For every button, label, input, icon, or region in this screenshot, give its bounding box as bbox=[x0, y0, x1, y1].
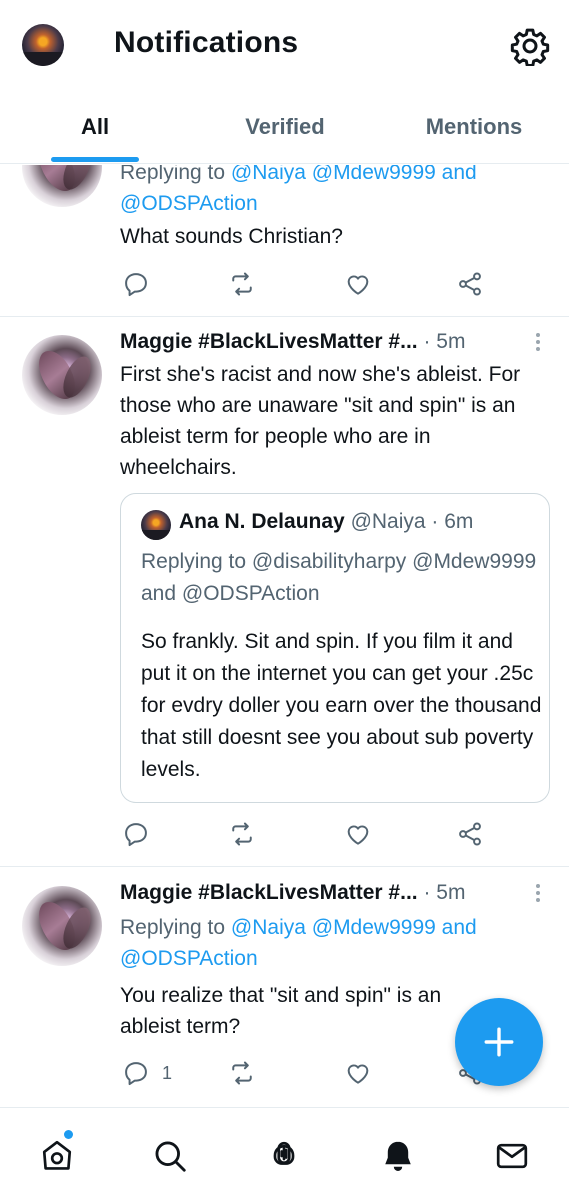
tab-verified[interactable]: Verified bbox=[220, 90, 350, 164]
like-button[interactable] bbox=[344, 819, 372, 849]
spaces-icon bbox=[273, 1141, 295, 1165]
quoted-author-handle: @Naiya · 6m bbox=[350, 510, 474, 533]
reply-count: 1 bbox=[162, 1062, 173, 1083]
author-avatar[interactable] bbox=[22, 335, 102, 415]
quoted-reply-prefix: Replying to bbox=[141, 550, 247, 573]
retweet-button[interactable] bbox=[228, 269, 256, 299]
bottom-navigation bbox=[0, 1107, 569, 1200]
tweet-text: First she's racist and now she's ableist… bbox=[120, 363, 521, 479]
share-icon bbox=[459, 272, 481, 296]
reply-prefix: Replying to bbox=[120, 165, 226, 184]
share-icon bbox=[459, 822, 481, 846]
compose-tweet-button[interactable] bbox=[455, 998, 543, 1086]
reply-button[interactable] bbox=[122, 819, 150, 849]
quoted-text: So frankly. Sit and spin. If you film it… bbox=[141, 630, 542, 781]
reply-context: Replying to @Naiya @Mdew9999 and @ODSPAc… bbox=[120, 912, 540, 974]
heart-icon bbox=[347, 275, 369, 295]
reply-icon bbox=[125, 1062, 147, 1086]
reply-icon bbox=[125, 273, 147, 297]
tweet-text: What sounds Christian? bbox=[120, 225, 343, 248]
bell-icon bbox=[385, 1141, 411, 1171]
more-options-icon[interactable] bbox=[528, 882, 548, 906]
quoted-reply-context: Replying to @disabilityharpy @Mdew9999 a… bbox=[141, 546, 541, 610]
retweet-icon bbox=[232, 272, 252, 296]
nav-home[interactable] bbox=[33, 1132, 81, 1180]
nav-messages[interactable] bbox=[488, 1132, 536, 1180]
tweet-time: · 5m bbox=[423, 881, 466, 904]
tweet[interactable]: Replying to @Naiya @Mdew9999 and @ODSPAc… bbox=[0, 165, 569, 317]
home-notification-badge bbox=[64, 1130, 73, 1139]
tweet[interactable]: Maggie #BlackLivesMatter #... · 5m First… bbox=[0, 317, 569, 867]
nav-search[interactable] bbox=[146, 1132, 194, 1180]
gear-icon[interactable] bbox=[510, 26, 550, 67]
reply-prefix: Replying to bbox=[120, 916, 226, 939]
tweet-text: You realize that "sit and spin" is an ab… bbox=[120, 984, 442, 1038]
tweet-actions bbox=[120, 269, 540, 299]
author-avatar[interactable] bbox=[22, 165, 102, 207]
quoted-author-name: Ana N. Delaunay bbox=[179, 510, 345, 533]
reply-context: Replying to @Naiya @Mdew9999 and @ODSPAc… bbox=[120, 165, 540, 219]
home-icon bbox=[42, 1140, 72, 1170]
quoted-author-avatar bbox=[141, 510, 171, 540]
tweet-actions bbox=[120, 819, 540, 849]
active-tab-indicator bbox=[51, 157, 139, 162]
quoted-meta: Ana N. Delaunay @Naiya · 6m bbox=[179, 510, 473, 534]
search-icon bbox=[155, 1141, 186, 1172]
tab-all[interactable]: All bbox=[40, 90, 150, 164]
like-button[interactable] bbox=[344, 269, 372, 299]
tweet-meta: Maggie #BlackLivesMatter #... · 5m bbox=[120, 881, 465, 905]
retweet-button[interactable] bbox=[228, 819, 256, 849]
nav-spaces[interactable] bbox=[260, 1132, 308, 1180]
profile-avatar[interactable] bbox=[22, 24, 64, 66]
reply-button[interactable] bbox=[122, 269, 150, 299]
retweet-icon bbox=[232, 822, 252, 846]
app-header: Notifications bbox=[0, 0, 569, 90]
retweet-button[interactable] bbox=[228, 1058, 256, 1088]
quoted-tweet[interactable]: Ana N. Delaunay @Naiya · 6m Replying to … bbox=[120, 493, 550, 803]
tab-mentions[interactable]: Mentions bbox=[404, 90, 544, 164]
plus-icon bbox=[484, 1027, 514, 1057]
heart-icon bbox=[347, 1064, 369, 1084]
tweet-time: · 5m bbox=[423, 330, 466, 353]
more-options-icon[interactable] bbox=[528, 331, 548, 355]
page-title: Notifications bbox=[114, 26, 299, 59]
notifications-feed[interactable]: Replying to @Naiya @Mdew9999 and @ODSPAc… bbox=[0, 165, 569, 1105]
author-avatar[interactable] bbox=[22, 886, 102, 966]
share-button[interactable] bbox=[456, 819, 484, 849]
retweet-icon bbox=[232, 1061, 252, 1085]
reply-icon bbox=[125, 823, 147, 847]
nav-notifications[interactable] bbox=[374, 1132, 422, 1180]
reply-button[interactable]: 1 bbox=[122, 1058, 172, 1088]
notification-tabs: All Verified Mentions bbox=[0, 90, 569, 164]
mail-icon bbox=[496, 1143, 528, 1169]
like-button[interactable] bbox=[344, 1058, 372, 1088]
author-name[interactable]: Maggie #BlackLivesMatter #... bbox=[120, 881, 418, 904]
author-name[interactable]: Maggie #BlackLivesMatter #... bbox=[120, 330, 418, 353]
tweet-meta: Maggie #BlackLivesMatter #... · 5m bbox=[120, 330, 465, 354]
share-button[interactable] bbox=[456, 269, 484, 299]
heart-icon bbox=[347, 825, 369, 845]
